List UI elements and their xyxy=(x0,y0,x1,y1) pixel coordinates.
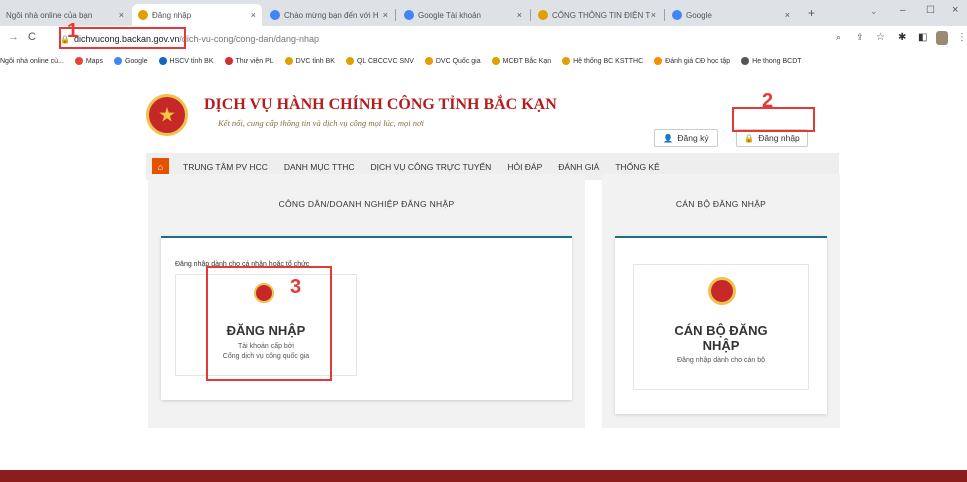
bookmark-item[interactable]: DVC Quốc gia xyxy=(424,57,481,65)
tab-2[interactable]: Chào mừng bạn đến với H × xyxy=(264,4,394,26)
bookmark-icon xyxy=(224,57,233,65)
reload-icon[interactable]: C xyxy=(28,31,36,43)
lock-icon: 🔒 xyxy=(744,133,755,143)
star-icon[interactable]: ☆ xyxy=(876,32,885,43)
web-page: DỊCH VỤ HÀNH CHÍNH CÔNG TỈNH BẮC KẠN Kết… xyxy=(0,72,967,482)
footer xyxy=(0,470,967,482)
tab-title: Ngôi nhà online của bạn xyxy=(6,10,93,20)
citizen-heading: CÔNG DÂN/DOANH NGHIỆP ĐĂNG NHẬP xyxy=(278,199,455,209)
close-icon[interactable]: × xyxy=(119,10,124,20)
user-icon: 👤 xyxy=(663,133,674,143)
officer-login-title-2: NHẬP xyxy=(702,338,740,353)
nav-item[interactable]: THỐNG KÊ xyxy=(615,162,659,172)
annotation-box-2 xyxy=(732,107,815,132)
sidepanel-icon[interactable]: ◧ xyxy=(918,32,927,43)
site-favicon-icon xyxy=(562,57,571,65)
nav-item[interactable]: DANH MỤC TTHC xyxy=(284,162,355,172)
tab-5[interactable]: Google × xyxy=(666,4,796,26)
bookmark-item[interactable]: Đánh giá CĐ học tập xyxy=(654,57,730,65)
tab-title: Google Tài khoản xyxy=(418,10,482,20)
bookmark-icon xyxy=(158,57,167,65)
google-icon xyxy=(404,10,414,20)
login-label: Đăng nhập xyxy=(758,133,800,143)
officer-login[interactable]: CÁN BỘ ĐĂNG NHẬP Đăng nhập dành cho cán … xyxy=(633,264,809,390)
close-window-button[interactable]: × xyxy=(952,4,958,16)
tab-3[interactable]: Google Tài khoản × xyxy=(398,4,528,26)
map-pin-icon xyxy=(74,57,83,65)
officer-heading: CÁN BỘ ĐĂNG NHẬP xyxy=(675,199,767,209)
site-subtitle: Kết nối, cung cấp thông tin và dịch vụ c… xyxy=(218,118,424,128)
google-icon xyxy=(113,57,122,65)
site-favicon-icon xyxy=(138,10,148,20)
bookmark-item[interactable]: MCĐT Bắc Kạn xyxy=(491,57,551,65)
nav-item[interactable]: HỎI ĐÁP xyxy=(507,162,542,172)
bookmark-item[interactable]: He thong BCDT xyxy=(741,57,802,65)
nav-item[interactable]: DỊCH VỤ CÔNG TRỰC TUYẾN xyxy=(371,162,492,172)
google-icon xyxy=(672,10,682,20)
officer-login-note: Đăng nhập dành cho cán bộ xyxy=(677,357,765,364)
google-icon xyxy=(270,10,280,20)
bookmark-item[interactable]: Hệ thống BC KSTTHC xyxy=(562,57,643,65)
national-emblem-icon xyxy=(708,277,736,305)
close-icon[interactable]: × xyxy=(383,10,388,20)
bookmark-icon xyxy=(741,57,750,65)
maximize-button[interactable]: ☐ xyxy=(926,5,935,16)
site-favicon-icon xyxy=(424,57,433,65)
bookmark-item[interactable]: HSCV tỉnh BK xyxy=(158,57,214,65)
bookmarks-bar: Ngôi nhà online cù... Maps Google HSCV t… xyxy=(0,52,967,70)
chevron-down-icon[interactable]: ⌄ xyxy=(870,6,878,17)
tab-title: CỔNG THÔNG TIN ĐIỆN T xyxy=(552,10,651,20)
bookmark-item[interactable]: QL CBCCVC SNV xyxy=(345,57,414,65)
nav-item[interactable]: TRUNG TÂM PV HCC xyxy=(183,162,268,172)
bookmark-item[interactable]: Thư viện PL xyxy=(224,57,274,65)
register-label: Đăng ký xyxy=(677,133,709,143)
tab-0[interactable]: Ngôi nhà online của bạn × xyxy=(0,4,130,26)
annotation-box-3 xyxy=(206,266,332,381)
tab-title: Chào mừng bạn đến với H xyxy=(284,10,379,20)
site-logo[interactable] xyxy=(146,94,188,136)
home-icon[interactable]: ⌂ xyxy=(152,158,169,175)
nav-item[interactable]: ĐÁNH GIÁ xyxy=(558,162,599,172)
tab-title: Google xyxy=(686,10,712,20)
menu-icon[interactable]: ⋮ xyxy=(957,32,967,43)
close-icon[interactable]: × xyxy=(785,10,790,20)
site-favicon-icon xyxy=(345,57,354,65)
close-icon[interactable]: × xyxy=(251,10,256,20)
tab-title: Đăng nhập xyxy=(152,10,192,20)
site-favicon-icon xyxy=(538,10,548,20)
new-tab-button[interactable]: + xyxy=(808,6,815,20)
site-title[interactable]: DỊCH VỤ HÀNH CHÍNH CÔNG TỈNH BẮC KẠN xyxy=(204,96,557,114)
close-icon[interactable]: × xyxy=(651,10,656,20)
extensions-icon[interactable]: ✱ xyxy=(898,32,906,43)
share-icon[interactable]: ⇪ xyxy=(856,32,864,43)
annotation-number-2: 2 xyxy=(762,90,774,112)
bookmark-item[interactable]: Google xyxy=(113,57,148,65)
annotation-number-3: 3 xyxy=(290,276,302,298)
bookmark-item[interactable]: Maps xyxy=(74,57,103,65)
avatar[interactable] xyxy=(936,31,948,45)
minimize-button[interactable]: – xyxy=(900,5,906,16)
forward-icon[interactable]: → xyxy=(8,31,19,43)
register-button[interactable]: 👤 Đăng ký xyxy=(654,129,718,147)
search-icon[interactable]: ⌕ xyxy=(836,32,841,43)
tab-4[interactable]: CỔNG THÔNG TIN ĐIỆN T × xyxy=(532,4,662,26)
tab-strip: Ngôi nhà online của bạn × Đăng nhập × Ch… xyxy=(0,0,967,26)
bookmark-item[interactable]: Ngôi nhà online cù... xyxy=(0,58,64,65)
site-favicon-icon xyxy=(284,57,293,65)
tab-1[interactable]: Đăng nhập × xyxy=(132,4,262,26)
officer-card: CÁN BỘ ĐĂNG NHẬP Đăng nhập dành cho cán … xyxy=(615,236,827,414)
officer-panel: CÁN BỘ ĐĂNG NHẬP CÁN BỘ ĐĂNG NHẬP Đăng n… xyxy=(602,174,840,428)
close-icon[interactable]: × xyxy=(517,10,522,20)
bookmark-icon xyxy=(654,57,663,65)
officer-login-title: CÁN BỘ ĐĂNG xyxy=(674,323,768,338)
url-path: /dich-vu-cong/cong-dan/dang-nhap xyxy=(179,34,319,44)
bookmark-item[interactable]: DVC tỉnh BK xyxy=(284,57,335,65)
annotation-number-1: 1 xyxy=(67,20,79,42)
site-favicon-icon xyxy=(491,57,500,65)
